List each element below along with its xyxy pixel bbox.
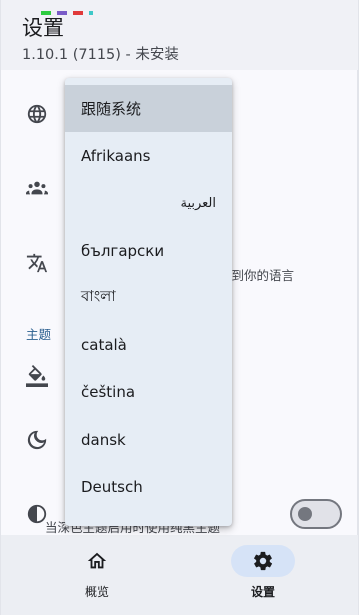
app-header: 设置 1.10.1 (7115) - 未安装 (1, 0, 358, 70)
people-icon (25, 176, 49, 200)
nav-pill-active (231, 545, 295, 577)
nav-label-overview: 概览 (84, 585, 109, 599)
globe-icon (25, 102, 49, 126)
gear-icon (254, 551, 273, 571)
moon-icon (25, 428, 49, 452)
bottom-navigation: 概览 设置 (1, 535, 358, 615)
language-option-bulgarian[interactable]: български (65, 227, 232, 274)
nav-pill (65, 545, 129, 577)
language-option-system[interactable]: 跟随系统 (65, 85, 232, 133)
language-option-arabic[interactable]: العربية (65, 180, 232, 227)
language-option-german[interactable]: Deutsch (65, 463, 232, 510)
toggle-knob (298, 507, 312, 521)
language-option-bengali[interactable]: বাংলা (65, 274, 232, 321)
language-option-czech[interactable]: čeština (65, 369, 232, 416)
language-option-danish[interactable]: dansk (65, 416, 232, 463)
app-frame: 设置 1.10.1 (7115) - 未安装 择到你的语言 主题 当深色主题启用… (0, 0, 359, 615)
translate-icon (25, 251, 49, 275)
page-title: 设置 (22, 16, 64, 40)
nav-item-settings[interactable]: 设置 (203, 545, 323, 605)
status-dot (89, 11, 93, 15)
status-indicators (41, 0, 121, 15)
nav-label-settings: 设置 (250, 585, 275, 599)
language-dropdown-menu: 跟随系统 Afrikaans العربية български বাংলা c… (65, 78, 232, 526)
pure-black-toggle[interactable] (290, 499, 342, 529)
language-option-catalan[interactable]: català (65, 321, 232, 368)
section-header-theme: 主题 (26, 327, 52, 342)
status-dot (73, 11, 83, 15)
language-option-afrikaans[interactable]: Afrikaans (65, 132, 232, 179)
paint-bucket-icon (25, 364, 49, 388)
nav-item-overview[interactable]: 概览 (37, 545, 157, 605)
home-icon (87, 552, 107, 569)
version-subtitle: 1.10.1 (7115) - 未安装 (22, 47, 179, 63)
